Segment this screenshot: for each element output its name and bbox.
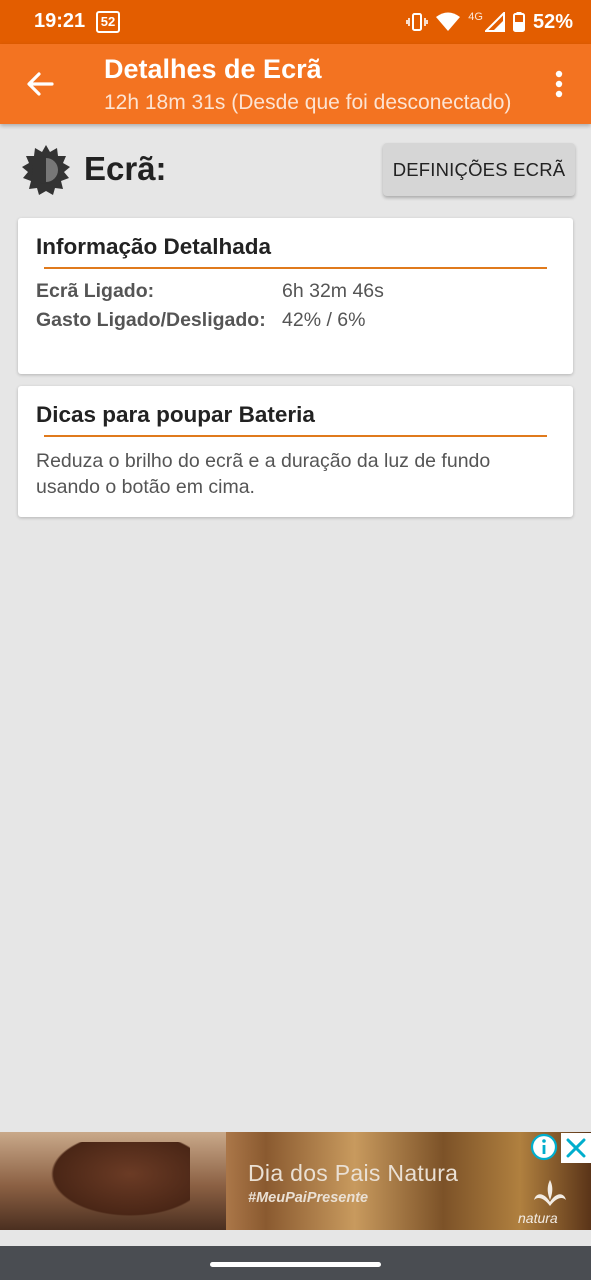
- card-title: Informação Detalhada: [36, 234, 272, 259]
- back-button[interactable]: [22, 66, 58, 102]
- info-icon: [530, 1133, 558, 1161]
- ad-banner[interactable]: Dia dos Pais Natura #MeuPaiPresente natu…: [0, 1132, 591, 1230]
- notification-badge: 52: [96, 11, 120, 33]
- status-icons: 4G 52%: [406, 8, 573, 36]
- ad-brand: natura: [518, 1210, 558, 1226]
- info-value: 42% / 6%: [282, 309, 366, 331]
- battery-tips-card: Dicas para poupar Bateria Reduza o brilh…: [18, 386, 573, 517]
- more-vert-icon: [555, 70, 563, 98]
- page-subtitle: 12h 18m 31s (Desde que foi desconectado): [104, 91, 512, 114]
- arrow-back-icon: [27, 72, 54, 96]
- page-title: Detalhes de Ecrã: [104, 54, 322, 84]
- home-gesture-handle[interactable]: [210, 1262, 381, 1267]
- info-value: 6h 32m 46s: [282, 280, 384, 302]
- card-title: Dicas para poupar Bateria: [36, 402, 315, 427]
- brightness-icon: [20, 144, 72, 196]
- overflow-menu-button[interactable]: [545, 66, 573, 102]
- vibrate-icon: [406, 12, 429, 32]
- ad-hashtag: #MeuPaiPresente: [248, 1190, 369, 1206]
- info-label: Gasto Ligado/Desligado:: [36, 309, 266, 331]
- ad-close-button[interactable]: [561, 1133, 591, 1163]
- network-type: 4G: [468, 11, 483, 23]
- navigation-bar: [0, 1246, 591, 1280]
- tip-text: Reduza o brilho do ecrã e a duração da l…: [36, 450, 491, 498]
- title-divider: [44, 435, 547, 437]
- ad-headline: Dia dos Pais Natura: [248, 1160, 459, 1186]
- screen-settings-button[interactable]: DEFINIÇÕES ECRÃ: [383, 143, 575, 196]
- app-bar: Detalhes de Ecrã 12h 18m 31s (Desde que …: [0, 44, 591, 124]
- close-icon: [566, 1138, 586, 1158]
- natura-logo-icon: [534, 1180, 566, 1206]
- info-label: Ecrã Ligado:: [36, 280, 155, 302]
- status-bar: 19:21 52 4G 52%: [0, 0, 591, 44]
- status-time: 19:21: [34, 10, 86, 32]
- battery-percent: 52%: [532, 10, 573, 33]
- ad-image: [0, 1132, 226, 1230]
- battery-icon: [512, 12, 525, 32]
- wifi-icon: [436, 12, 461, 32]
- detail-info-card: Informação Detalhada Ecrã Ligado: 6h 32m …: [18, 218, 573, 374]
- info-row: Ecrã Ligado: 6h 32m 46s: [36, 280, 384, 303]
- ad-info-button[interactable]: [530, 1133, 558, 1161]
- info-row: Gasto Ligado/Desligado: 42% / 6%: [36, 309, 365, 332]
- title-divider: [44, 267, 547, 269]
- section-title: Ecrã:: [84, 150, 167, 187]
- signal-icon: [484, 12, 505, 32]
